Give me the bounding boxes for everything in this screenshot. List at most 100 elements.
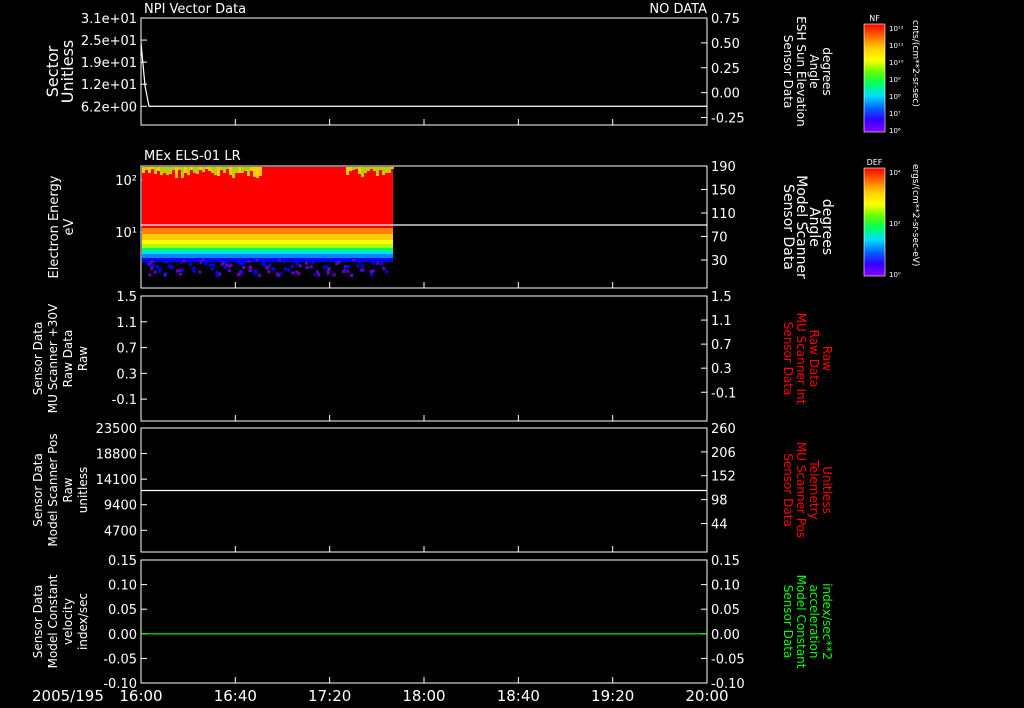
spectrogram-speckle	[287, 268, 291, 272]
spectrogram-fringe	[241, 167, 244, 173]
spectrogram-fringe	[310, 167, 313, 173]
right-tick-label: 30	[711, 254, 728, 269]
left-axis-label: Model Constant	[46, 574, 60, 668]
spectrogram-speckle	[278, 258, 282, 262]
spectrogram-fringe	[196, 167, 199, 174]
spectrogram-fringe	[250, 167, 253, 171]
spectrogram-band	[142, 191, 393, 228]
left-axis-label: Sensor Data	[31, 453, 45, 527]
spectrogram-fringe	[364, 167, 367, 173]
spectrogram-speckle	[313, 273, 317, 277]
left-tick-label: 0.15	[108, 554, 137, 569]
left-axis-label: Electron Energy	[47, 175, 62, 278]
colorbar-label: DEF	[867, 158, 883, 167]
spectrogram-band	[142, 248, 393, 251]
panel-title: NPI Vector Data	[144, 2, 246, 17]
left-tick-label: 6.2e+00	[81, 100, 137, 115]
spectrogram-fringe	[217, 167, 220, 176]
right-tick-label: 0.00	[711, 628, 740, 643]
spectrogram-speckle	[155, 265, 159, 269]
right-tick-label: 152	[711, 470, 736, 485]
colorbar-def	[863, 167, 886, 277]
spectrogram-fringe	[157, 167, 160, 171]
spectrogram-fringe	[325, 167, 328, 176]
spectrogram-speckle	[360, 268, 364, 272]
spectrogram-speckle	[229, 263, 233, 267]
panel-title: MEx ELS-01 LR	[144, 149, 241, 164]
right-axis-label: index/sec**2	[820, 583, 834, 660]
spectrogram-speckle	[255, 258, 259, 262]
spectrogram-speckle	[326, 268, 330, 272]
spectrogram-fringe	[226, 167, 229, 169]
spectrogram-speckle	[179, 260, 183, 264]
spectrogram-speckle	[376, 261, 380, 265]
spectrogram-fringe	[352, 167, 355, 170]
colorbar-tick: 10²	[889, 220, 901, 228]
spectrogram-speckle	[199, 260, 203, 264]
spectrogram-speckle	[257, 273, 261, 277]
spectrogram-speckle	[225, 263, 229, 267]
right-tick-label: 150	[711, 183, 736, 198]
spectrogram-speckle	[298, 264, 302, 268]
spectrogram-speckle	[198, 270, 202, 274]
spectrogram-speckle	[268, 263, 272, 267]
left-tick-label: 10²	[115, 174, 137, 189]
spectrogram-speckle	[223, 259, 227, 263]
spectrogram-speckle	[312, 260, 316, 264]
right-tick-label: 260	[711, 422, 736, 437]
spectrogram-fringe	[145, 167, 148, 170]
spectrogram-band	[142, 228, 393, 234]
colorbar-tick: 10¹²	[889, 25, 904, 33]
right-tick-label: 0.05	[711, 603, 740, 618]
spectrogram-fringe	[289, 167, 292, 178]
spectrogram-speckle	[305, 265, 309, 269]
spectrogram-fringe	[244, 167, 247, 171]
spectrogram-speckle	[171, 265, 175, 269]
spectrogram-fringe	[178, 167, 181, 170]
spectrogram-speckle	[332, 273, 336, 277]
right-tick-label: 110	[711, 207, 736, 222]
spectrogram-speckle	[279, 272, 283, 276]
right-axis-label: degrees	[819, 199, 835, 255]
spectrogram-fringe	[169, 167, 172, 174]
left-axis-label: Raw	[61, 477, 75, 502]
spectrogram-speckle	[309, 265, 313, 269]
right-tick-label: -0.1	[711, 386, 736, 401]
spectrogram-fringe	[271, 167, 274, 172]
spectrogram-speckle	[304, 261, 308, 265]
spectrogram-speckle	[249, 265, 253, 269]
left-axis-label: Raw Data	[61, 330, 75, 388]
right-tick-label: 98	[711, 494, 728, 509]
spectrogram-speckle	[178, 268, 182, 272]
spectrogram-speckle	[150, 267, 154, 271]
spectrogram-speckle	[244, 259, 248, 263]
left-tick-label: 4700	[104, 524, 137, 539]
right-axis-label: Sensor Data	[781, 322, 795, 396]
spectrogram-speckle	[163, 260, 167, 264]
spectrogram-fringe	[154, 167, 157, 174]
spectrogram-fringe	[184, 167, 187, 173]
left-axis-label: Sensor Data	[31, 322, 45, 396]
right-tick-label: 44	[711, 517, 728, 532]
npi-series-line	[140, 42, 707, 107]
colorbar-tick: 10⁹	[889, 76, 901, 84]
right-axis-label: acceleration	[807, 585, 821, 659]
spectrogram-speckle	[380, 262, 384, 266]
x-tick-label: 18:40	[497, 687, 540, 705]
spectrogram-fringe	[340, 167, 343, 176]
right-tick-label: -0.25	[711, 112, 745, 127]
spectrogram-speckle	[385, 270, 389, 274]
left-tick-label: 14100	[96, 473, 137, 488]
spectrogram-fringe	[343, 167, 346, 175]
colorbar-tick: 10⁰	[889, 271, 901, 279]
spectrogram-speckle	[223, 266, 227, 270]
left-tick-label: 0.00	[108, 628, 137, 643]
spectrogram-speckle	[282, 259, 286, 263]
spectrogram-speckle	[283, 267, 287, 271]
spectrogram-speckle	[163, 273, 167, 277]
spectrogram-fringe	[172, 167, 175, 170]
spectrogram-fringe	[319, 167, 322, 173]
left-axis-label: eV	[62, 218, 77, 235]
colorbar-tick: 10¹⁰	[889, 59, 904, 67]
left-axis-label: index/sec	[76, 593, 90, 650]
